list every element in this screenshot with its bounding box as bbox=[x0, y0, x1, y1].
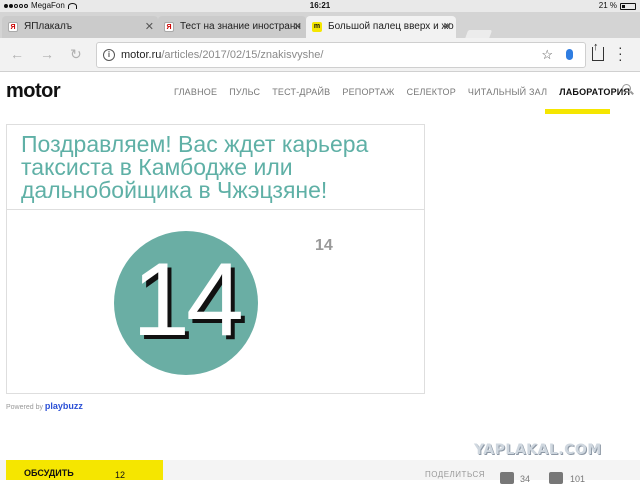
address-bar[interactable]: i motor.ru/articles/2017/02/15/znakisvys… bbox=[96, 42, 586, 68]
nav-item-test-drive[interactable]: ТЕСТ-ДРАЙВ bbox=[266, 87, 336, 97]
motor-favicon-icon: m bbox=[312, 22, 322, 32]
score-small: 14 bbox=[315, 237, 333, 254]
score-value: 14 bbox=[132, 242, 244, 358]
status-time: 16:21 bbox=[309, 1, 331, 10]
more-menu-icon[interactable]: · · · bbox=[618, 40, 623, 66]
discuss-label: ОБСУДИТЬ bbox=[24, 468, 74, 478]
ios-status-bar: MegaFon 16:21 21 % bbox=[0, 0, 640, 12]
tab-title: Большой палец вверх и жо bbox=[328, 21, 454, 32]
discuss-button[interactable]: ОБСУДИТЬ bbox=[6, 460, 163, 480]
powered-label: Powered by bbox=[6, 404, 43, 411]
quiz-result-header: Поздравляем! Вас ждет карьера таксиста в… bbox=[7, 125, 424, 210]
facebook-share-icon[interactable] bbox=[549, 472, 563, 484]
nav-item-main[interactable]: ГЛАВНОЕ bbox=[168, 87, 223, 97]
bookmark-star-icon[interactable]: ☆ bbox=[541, 43, 553, 67]
tab-yaplakal[interactable]: Я ЯПлакалъ ✕ bbox=[2, 16, 158, 38]
yaplakal-watermark: YAPLAKAL.COM bbox=[474, 442, 602, 458]
nav-item-report[interactable]: РЕПОРТАЖ bbox=[336, 87, 400, 97]
nav-item-pulse[interactable]: ПУЛЬС bbox=[223, 87, 266, 97]
battery-percent: 21 % bbox=[598, 1, 617, 10]
microphone-icon[interactable] bbox=[566, 49, 573, 60]
tab-motor[interactable]: m Большой палец вверх и жо ✕ bbox=[306, 16, 456, 38]
facebook-share-count: 101 bbox=[570, 474, 586, 484]
url-domain: motor.ru bbox=[121, 49, 162, 61]
quiz-result-card: Поздравляем! Вас ждет карьера таксиста в… bbox=[6, 124, 425, 394]
nav-item-selector[interactable]: СЕЛЕКТОР bbox=[401, 87, 462, 97]
powered-by[interactable]: Powered by playbuzz bbox=[6, 401, 83, 411]
share-label: ПОДЕЛИТЬСЯ bbox=[425, 470, 486, 479]
active-nav-indicator bbox=[545, 109, 610, 114]
site-nav: ГЛАВНОЕ ПУЛЬС ТЕСТ-ДРАЙВ РЕПОРТАЖ СЕЛЕКТ… bbox=[168, 87, 636, 97]
info-icon[interactable]: i bbox=[103, 49, 115, 61]
tab-test[interactable]: Я Тест на знание иностранн ✕ bbox=[158, 16, 306, 38]
tab-bar: Я ЯПлакалъ ✕ Я Тест на знание иностранн … bbox=[0, 12, 640, 42]
reload-icon[interactable]: ↻ bbox=[70, 46, 82, 63]
site-header: motor ГЛАВНОЕ ПУЛЬС ТЕСТ-ДРАЙВ РЕПОРТАЖ … bbox=[0, 72, 640, 114]
comments-count[interactable]: 12 bbox=[115, 464, 125, 486]
share-icon[interactable] bbox=[592, 41, 604, 61]
url-path: /articles/2017/02/15/znakisvyshe/ bbox=[161, 49, 324, 61]
battery-icon bbox=[620, 2, 636, 10]
score-circle: 14 bbox=[114, 231, 258, 375]
back-arrow-icon[interactable]: ← bbox=[10, 46, 24, 62]
playbuzz-logo: playbuzz bbox=[44, 401, 83, 411]
site-logo[interactable]: motor bbox=[6, 80, 61, 103]
nav-item-reading-room[interactable]: ЧИТАЛЬНЫЙ ЗАЛ bbox=[462, 87, 553, 97]
bottom-action-bar: ОБСУДИТЬ 12 ПОДЕЛИТЬСЯ 34 101 bbox=[0, 460, 640, 484]
tab-title: Тест на знание иностранн bbox=[180, 21, 301, 32]
close-tab-icon[interactable]: ✕ bbox=[293, 16, 302, 38]
forward-arrow-icon[interactable]: → bbox=[40, 46, 54, 62]
close-tab-icon[interactable]: ✕ bbox=[443, 16, 452, 38]
vk-share-icon[interactable] bbox=[500, 472, 514, 484]
url-text[interactable]: motor.ru/articles/2017/02/15/znakisvyshe… bbox=[121, 43, 323, 67]
vk-share-count: 34 bbox=[520, 474, 531, 484]
yaplakal-favicon-icon: Я bbox=[8, 22, 18, 32]
tab-title: ЯПлакалъ bbox=[24, 21, 73, 32]
browser-toolbar: ← → ↻ i motor.ru/articles/2017/02/15/zna… bbox=[0, 38, 640, 72]
close-tab-icon[interactable]: ✕ bbox=[145, 16, 154, 38]
status-right: 21 % bbox=[599, 0, 636, 12]
yaplakal-favicon-icon: Я bbox=[164, 22, 174, 32]
search-icon[interactable] bbox=[622, 84, 631, 93]
quiz-result-title: Поздравляем! Вас ждет карьера таксиста в… bbox=[21, 131, 369, 203]
